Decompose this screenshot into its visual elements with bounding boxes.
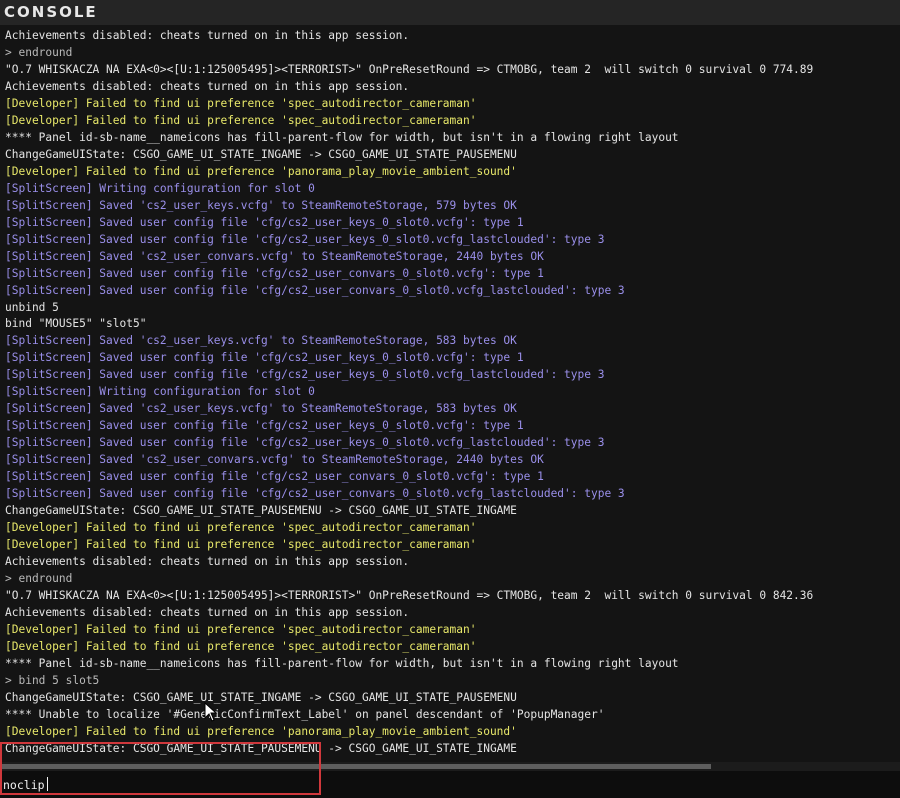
- log-line: > endround: [5, 572, 73, 586]
- log-line: [SplitScreen] Saved user config file 'cf…: [5, 470, 544, 484]
- log-line: [Developer] Failed to find ui preference…: [5, 521, 477, 535]
- command-input[interactable]: [3, 774, 883, 796]
- console-title: CONSOLE: [4, 3, 98, 21]
- log-line: **** Panel id-sb-name__nameicons has fil…: [5, 130, 679, 144]
- console-window: CONSOLE Achievements disabled: cheats tu…: [0, 0, 900, 798]
- log-line: [Developer] Failed to find ui preference…: [5, 164, 517, 178]
- log-line: Achievements disabled: cheats turned on …: [5, 79, 410, 93]
- scrollbar-thumb[interactable]: [0, 764, 711, 769]
- log-line: [SplitScreen] Saved user config file 'cf…: [5, 351, 524, 365]
- horizontal-scrollbar[interactable]: [0, 762, 900, 771]
- log-line: ChangeGameUIState: CSGO_GAME_UI_STATE_IN…: [5, 690, 517, 704]
- log-line: **** Unable to localize '#GenericConfirm…: [5, 707, 605, 721]
- log-line: Achievements disabled: cheats turned on …: [5, 555, 410, 569]
- text-cursor: [47, 777, 48, 791]
- log-line: [SplitScreen] Saved 'cs2_user_keys.vcfg'…: [5, 198, 517, 212]
- log-line: [SplitScreen] Writing configuration for …: [5, 385, 315, 399]
- mouse-pointer-icon: [204, 702, 218, 722]
- log-line: **** Panel id-sb-name__nameicons has fil…: [5, 656, 679, 670]
- log-line: unbind 5: [5, 300, 59, 314]
- log-line: bind "MOUSE5" "slot5": [5, 317, 147, 331]
- log-line: [SplitScreen] Saved user config file 'cf…: [5, 419, 524, 433]
- log-line: [Developer] Failed to find ui preference…: [5, 639, 477, 653]
- log-line: [SplitScreen] Saved user config file 'cf…: [5, 266, 544, 280]
- log-line: "O.7 WHISKACZA NA EXA<0><[U:1:125005495]…: [5, 589, 814, 602]
- log-line: "O.7 WHISKACZA NA EXA<0><[U:1:125005495]…: [5, 62, 814, 76]
- log-line: [SplitScreen] Saved user config file 'cf…: [5, 368, 605, 382]
- console-titlebar[interactable]: CONSOLE: [0, 0, 900, 25]
- log-line: [SplitScreen] Saved user config file 'cf…: [5, 232, 605, 246]
- log-line: [Developer] Failed to find ui preference…: [5, 622, 477, 636]
- log-line: [SplitScreen] Writing configuration for …: [5, 181, 315, 195]
- log-line: ChangeGameUIState: CSGO_GAME_UI_STATE_IN…: [5, 147, 517, 161]
- log-line: [Developer] Failed to find ui preference…: [5, 724, 517, 738]
- log-line: [Developer] Failed to find ui preference…: [5, 113, 477, 127]
- log-line: ChangeGameUIState: CSGO_GAME_UI_STATE_PA…: [5, 504, 517, 518]
- log-line: [SplitScreen] Saved user config file 'cf…: [5, 436, 605, 450]
- log-line: > endround: [5, 45, 73, 59]
- log-line: Achievements disabled: cheats turned on …: [5, 29, 410, 42]
- command-input-bar: [0, 771, 900, 798]
- log-line: [SplitScreen] Saved 'cs2_user_convars.vc…: [5, 249, 544, 263]
- log-line: [SplitScreen] Saved 'cs2_user_convars.vc…: [5, 453, 544, 467]
- log-line: [SplitScreen] Saved user config file 'cf…: [5, 215, 524, 229]
- log-line: > bind 5 slot5: [5, 673, 100, 687]
- log-line: [SplitScreen] Saved 'cs2_user_keys.vcfg'…: [5, 334, 517, 348]
- log-line: [Developer] Failed to find ui preference…: [5, 96, 477, 110]
- log-line: [SplitScreen] Saved user config file 'cf…: [5, 487, 625, 501]
- log-line: [SplitScreen] Saved 'cs2_user_keys.vcfg'…: [5, 402, 517, 416]
- log-line: [Developer] Failed to find ui preference…: [5, 538, 477, 552]
- log-line: Achievements disabled: cheats turned on …: [5, 605, 410, 619]
- log-line: ChangeGameUIState: CSGO_GAME_UI_STATE_PA…: [5, 741, 517, 755]
- log-line: [SplitScreen] Saved user config file 'cf…: [5, 283, 625, 297]
- console-log[interactable]: Achievements disabled: cheats turned on …: [0, 25, 900, 762]
